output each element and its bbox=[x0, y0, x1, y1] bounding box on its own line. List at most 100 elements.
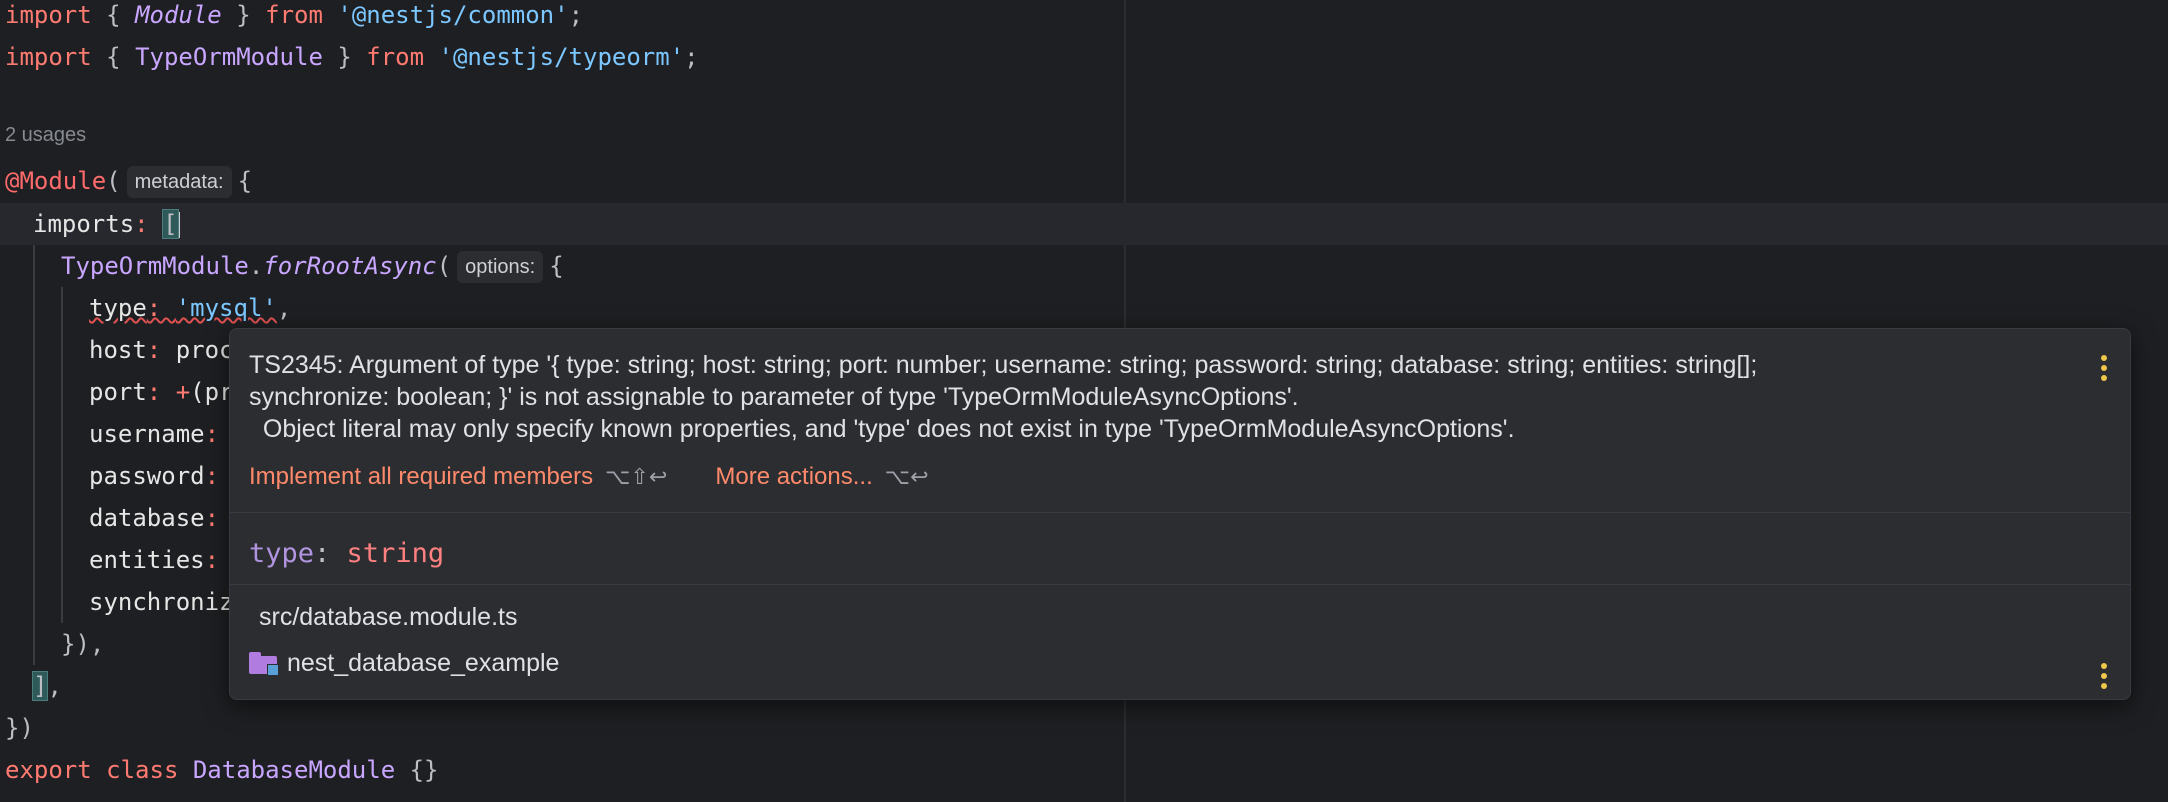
punct: { bbox=[549, 252, 564, 280]
project-entry[interactable]: nest_database_example bbox=[249, 645, 559, 681]
punct: : bbox=[314, 538, 347, 569]
type-info-value: string bbox=[346, 538, 445, 569]
indent-guide bbox=[61, 287, 63, 623]
code-line-15: }), bbox=[61, 623, 104, 665]
current-line-highlight bbox=[0, 203, 2168, 245]
import-name: Module bbox=[135, 1, 222, 29]
punct: ; bbox=[684, 43, 699, 71]
punct: : bbox=[204, 420, 220, 448]
property-name: type bbox=[89, 294, 147, 322]
matched-bracket: ] bbox=[31, 671, 49, 701]
error-message-line: Object literal may only specify known pr… bbox=[249, 415, 1515, 443]
code-fragment: (pr bbox=[190, 378, 234, 406]
code-line-5: imports: [ bbox=[33, 203, 180, 245]
code-line-4: @Module(metadata:{ bbox=[5, 160, 252, 202]
string-literal: '@nestjs/common' bbox=[337, 1, 569, 29]
project-name: nest_database_example bbox=[287, 649, 560, 677]
error-message-line: synchronize: boolean; }' is not assignab… bbox=[249, 383, 1299, 411]
code-line-6: TypeOrmModule.forRootAsync(options:{ bbox=[61, 245, 564, 287]
property-name: entities bbox=[89, 546, 205, 574]
shortcut-hint: ⌥⇧↩ bbox=[605, 465, 668, 490]
code-line-16: ], bbox=[31, 665, 62, 707]
code-line-18: export class DatabaseModule {} bbox=[5, 749, 439, 791]
shortcut-hint: ⌥↩ bbox=[884, 465, 929, 490]
punct: : bbox=[146, 294, 176, 322]
punct: ; bbox=[568, 1, 584, 29]
code-line-2: import { TypeOrmModule } from '@nestjs/t… bbox=[5, 36, 699, 78]
punct: } bbox=[322, 43, 367, 71]
punct: } bbox=[221, 1, 266, 29]
punct: : bbox=[204, 462, 220, 490]
punct: }), bbox=[61, 630, 105, 658]
punct: : bbox=[204, 504, 220, 532]
code-line-9: port: +(pr bbox=[89, 371, 234, 413]
code-line-8: host: proc bbox=[89, 329, 234, 371]
error-message-line: TS2345: Argument of type '{ type: string… bbox=[249, 351, 1758, 379]
code-fragment: proc bbox=[175, 336, 234, 364]
punct: { bbox=[91, 1, 136, 29]
quick-fix-actions: Implement all required members ⌥⇧↩ More ac… bbox=[249, 461, 977, 494]
code-line-1: import { Module } from '@nestjs/common'; bbox=[5, 0, 583, 36]
text-caret bbox=[177, 212, 180, 238]
punct: : bbox=[204, 546, 220, 574]
string-literal: 'mysql' bbox=[175, 294, 277, 322]
divider bbox=[230, 512, 2130, 513]
keyword: from bbox=[265, 1, 323, 29]
property-name: synchroniz bbox=[89, 588, 234, 616]
class-name: TypeOrmModule bbox=[61, 252, 249, 280]
error-message: TS2345: Argument of type '{ type: string… bbox=[249, 349, 2069, 445]
property-name: database bbox=[89, 504, 205, 532]
punct: , bbox=[47, 672, 62, 700]
punct: : bbox=[146, 378, 176, 406]
code-line-12: database: bbox=[89, 497, 219, 539]
code-line-13: entities: bbox=[89, 539, 219, 581]
type-info: type: string bbox=[249, 534, 444, 574]
punct: }) bbox=[5, 714, 34, 742]
keyword: export bbox=[5, 756, 92, 784]
keyword: import bbox=[5, 1, 92, 29]
type-info-property: type bbox=[249, 538, 315, 569]
popup-footer-menu-icon[interactable] bbox=[2101, 663, 2107, 689]
code-line-14: synchroniz bbox=[89, 581, 234, 623]
punct: : bbox=[146, 336, 176, 364]
error-tooltip-popup[interactable]: TS2345: Argument of type '{ type: string… bbox=[229, 328, 2131, 700]
class-name: DatabaseModule bbox=[192, 756, 396, 784]
decorator: @Module bbox=[5, 167, 107, 195]
indent-guide bbox=[33, 245, 35, 665]
punct: . bbox=[248, 252, 264, 280]
parameter-hint: options: bbox=[457, 251, 544, 283]
punct: : bbox=[134, 210, 164, 238]
keyword: import bbox=[5, 43, 92, 71]
file-path[interactable]: src/database.module.ts bbox=[259, 599, 517, 635]
code-line-17: }) bbox=[5, 707, 34, 749]
keyword: from bbox=[366, 43, 425, 71]
property-name: password bbox=[89, 462, 205, 490]
implement-members-link[interactable]: Implement all required members bbox=[249, 463, 593, 490]
operator: + bbox=[175, 378, 191, 406]
property-name: host bbox=[89, 336, 147, 364]
punct: {} bbox=[395, 756, 439, 784]
punct: ( bbox=[106, 167, 121, 195]
more-actions-link[interactable]: More actions... bbox=[715, 463, 872, 490]
import-name: TypeOrmModule bbox=[135, 43, 323, 71]
property-name: imports bbox=[33, 210, 135, 238]
punct: { bbox=[237, 167, 253, 195]
usages-hint[interactable]: 2 usages bbox=[5, 124, 86, 147]
popup-menu-icon[interactable] bbox=[2101, 355, 2107, 381]
method-name: forRootAsync bbox=[263, 252, 437, 280]
property-name: username bbox=[89, 420, 205, 448]
code-line-7: type: 'mysql', bbox=[89, 287, 291, 329]
keyword: class bbox=[106, 756, 179, 784]
string-literal: '@nestjs/typeorm' bbox=[438, 43, 685, 71]
code-line-11: password: bbox=[89, 455, 219, 497]
matched-bracket: [ bbox=[162, 209, 179, 239]
punct: , bbox=[276, 294, 292, 322]
project-folder-icon bbox=[249, 652, 279, 676]
punct: ( bbox=[436, 252, 452, 280]
parameter-hint: metadata: bbox=[126, 166, 232, 198]
property-name: port bbox=[89, 378, 147, 406]
punct: { bbox=[91, 43, 136, 71]
